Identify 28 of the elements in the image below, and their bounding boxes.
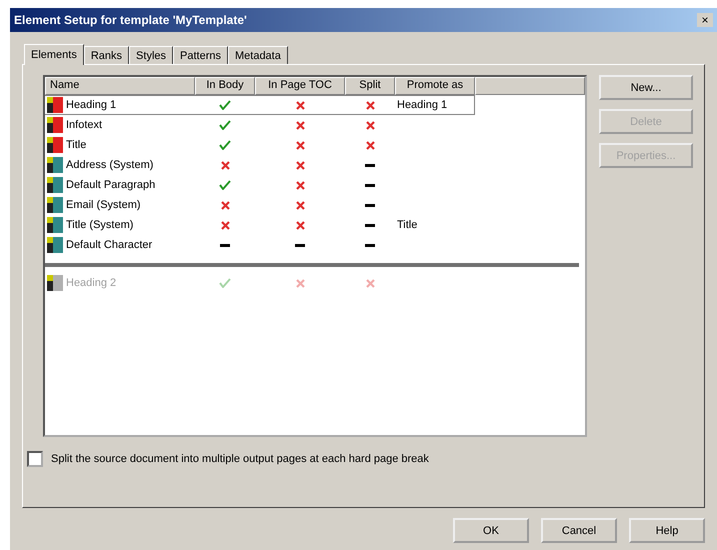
- promote-as-value: Title: [397, 219, 418, 231]
- element-name[interactable]: Default Character: [66, 239, 152, 251]
- checkbox-label: Split the source document into multiple output pages at each hard page break: [51, 453, 429, 465]
- tab[interactable]: Patterns: [173, 46, 228, 64]
- dialog-button[interactable]: Help: [629, 518, 705, 543]
- tab[interactable]: Elements: [24, 44, 84, 65]
- checkbox[interactable]: [27, 451, 43, 467]
- element-name[interactable]: Heading 1: [66, 99, 116, 111]
- column-header[interactable]: Split: [345, 77, 395, 95]
- tab[interactable]: Styles: [129, 46, 174, 64]
- element-name[interactable]: Title (System): [66, 219, 134, 231]
- column-header[interactable]: Name: [45, 77, 195, 95]
- window-title: Element Setup for template 'MyTemplate': [14, 13, 247, 27]
- tab[interactable]: Metadata: [228, 46, 288, 64]
- element-name[interactable]: Address (System): [66, 159, 154, 171]
- tab[interactable]: Ranks: [84, 46, 130, 64]
- element-name[interactable]: Infotext: [66, 119, 102, 131]
- column-header[interactable]: Promote as: [395, 77, 475, 95]
- column-header[interactable]: In Page TOC: [255, 77, 345, 95]
- dialog-button[interactable]: OK: [453, 518, 529, 543]
- element-name[interactable]: Title: [66, 139, 86, 151]
- dialog-button[interactable]: Cancel: [541, 518, 617, 543]
- promote-as-value: Heading 1: [397, 99, 448, 111]
- element-name[interactable]: Default Paragraph: [66, 179, 156, 191]
- side-button[interactable]: New...: [599, 75, 693, 100]
- close-button[interactable]: ×: [697, 13, 713, 27]
- column-header[interactable]: In Body: [195, 77, 255, 95]
- element-name[interactable]: Email (System): [66, 199, 141, 211]
